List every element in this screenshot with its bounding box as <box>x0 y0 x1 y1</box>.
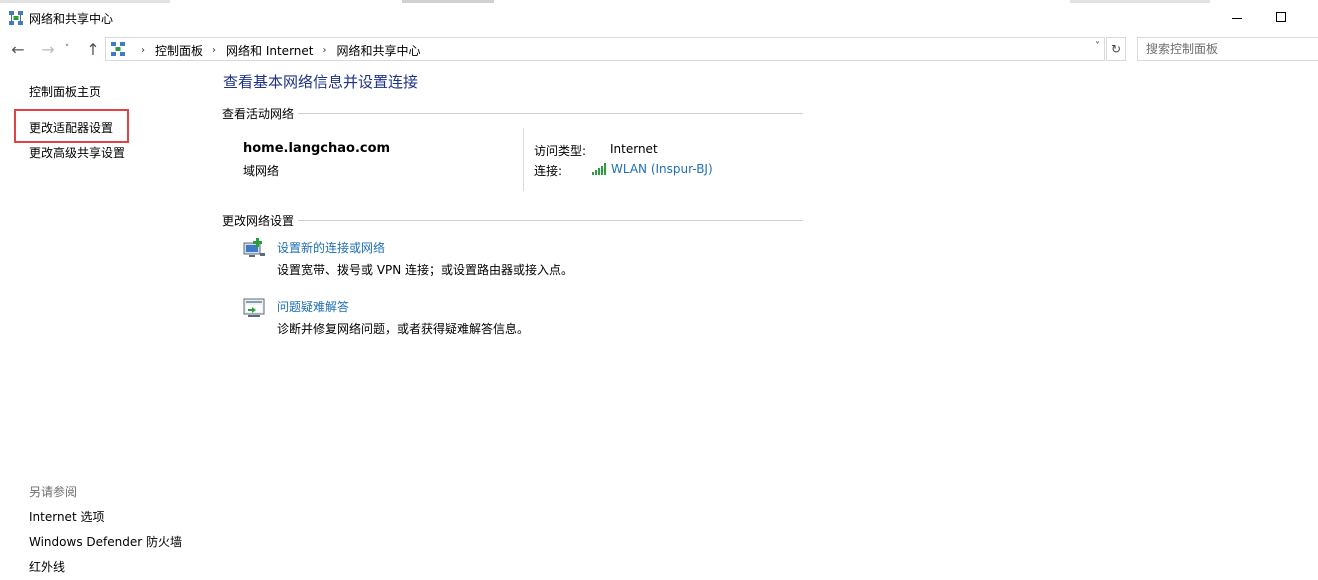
connections-label: 连接: <box>534 164 563 178</box>
section-divider <box>298 220 803 221</box>
left-pane: 控制面板主页 更改适配器设置 更改高级共享设置 另请参阅 Internet 选项… <box>0 66 215 580</box>
taskbar-strip <box>0 0 1318 3</box>
breadcrumb-network-internet[interactable]: 网络和 Internet <box>226 42 313 59</box>
see-also-heading: 另请参阅 <box>29 485 78 499</box>
arrow-right-icon: → <box>41 39 55 59</box>
breadcrumb-separator[interactable]: › <box>212 45 216 56</box>
wifi-signal-icon <box>592 163 606 175</box>
breadcrumb-separator[interactable]: › <box>322 45 326 56</box>
chevron-down-icon: ˅ <box>64 44 70 54</box>
address-dropdown-icon[interactable]: ˅ <box>1095 41 1100 52</box>
active-networks-header: 查看活动网络 <box>222 105 803 122</box>
troubleshoot-link[interactable]: 问题疑难解答 <box>277 298 349 315</box>
change-adapter-settings-link[interactable]: 更改适配器设置 <box>29 119 113 136</box>
wlan-connection-label[interactable]: WLAN (Inspur-BJ) <box>611 162 713 176</box>
wlan-connection-link[interactable]: WLAN (Inspur-BJ) <box>592 162 713 176</box>
defender-firewall-link[interactable]: Windows Defender 防火墙 <box>29 533 182 550</box>
network-category: 域网络 <box>243 164 280 178</box>
change-advanced-sharing-link[interactable]: 更改高级共享设置 <box>29 144 125 161</box>
new-connection-icon[interactable] <box>242 237 266 261</box>
access-type-label: 访问类型: <box>534 144 587 158</box>
breadcrumb-separator[interactable]: › <box>141 45 145 56</box>
search-input[interactable] <box>1137 37 1318 61</box>
breadcrumb: › 控制面板 › 网络和 Internet › 网络和共享中心 <box>132 42 421 59</box>
control-panel-home-link[interactable]: 控制面板主页 <box>29 83 101 100</box>
active-networks-label: 查看活动网络 <box>222 107 295 121</box>
network-center-icon <box>111 42 125 56</box>
refresh-button[interactable]: ↻ <box>1106 37 1126 61</box>
refresh-icon: ↻ <box>1110 42 1122 56</box>
troubleshoot-icon[interactable] <box>242 296 266 320</box>
infrared-link[interactable]: 红外线 <box>29 558 65 575</box>
breadcrumb-control-panel[interactable]: 控制面板 <box>155 42 203 59</box>
vertical-divider <box>523 128 524 191</box>
breadcrumb-network-sharing-center[interactable]: 网络和共享中心 <box>336 42 420 59</box>
address-bar[interactable]: › 控制面板 › 网络和 Internet › 网络和共享中心 ˅ <box>105 37 1105 61</box>
up-button[interactable]: ↑ <box>82 38 104 60</box>
back-button[interactable]: ← <box>7 38 29 60</box>
maximize-button[interactable] <box>1258 0 1304 34</box>
internet-options-link[interactable]: Internet 选项 <box>29 508 104 525</box>
recent-locations-button[interactable]: ˅ <box>60 38 74 60</box>
access-type-value: Internet <box>610 142 658 156</box>
troubleshoot-description: 诊断并修复网络问题，或者获得疑难解答信息。 <box>277 322 530 336</box>
minimize-icon <box>1232 17 1242 19</box>
network-center-icon <box>9 11 23 25</box>
minimize-button[interactable] <box>1214 0 1260 34</box>
forward-button[interactable]: → <box>37 38 59 60</box>
setup-new-connection-description: 设置宽带、拨号或 VPN 连接；或设置路由器或接入点。 <box>277 263 574 277</box>
section-divider <box>298 113 803 114</box>
maximize-icon <box>1276 12 1286 22</box>
title-bar: 网络和共享中心 <box>0 0 1318 34</box>
arrow-left-icon: ← <box>11 39 25 59</box>
setup-new-connection-link[interactable]: 设置新的连接或网络 <box>277 239 385 256</box>
change-settings-header: 更改网络设置 <box>222 212 803 229</box>
window-title: 网络和共享中心 <box>29 12 114 26</box>
change-settings-label: 更改网络设置 <box>222 214 295 228</box>
navigation-bar: ← → ˅ ↑ › 控制面板 › 网络和 Internet › 网络和共享中心 … <box>0 36 1318 62</box>
page-title: 查看基本网络信息并设置连接 <box>223 73 419 91</box>
network-name: home.langchao.com <box>243 141 391 156</box>
arrow-up-icon: ↑ <box>86 39 100 59</box>
